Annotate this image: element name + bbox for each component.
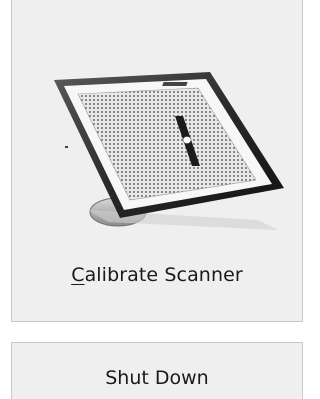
calibrate-mnemonic: C	[71, 264, 85, 286]
shut-down-label: Shut Down	[105, 367, 209, 389]
calibrate-scanner-label: Calibrate Scanner	[12, 264, 302, 286]
calibrate-scanner-button[interactable]: Calibrate Scanner	[11, 0, 303, 322]
scanner-panel: Calibrate Scanner Shut Down	[0, 0, 314, 399]
shut-down-button[interactable]: Shut Down	[11, 342, 303, 399]
calibrate-label-rest: alibrate Scanner	[84, 264, 243, 286]
scanner-calibration-icon	[54, 72, 284, 230]
